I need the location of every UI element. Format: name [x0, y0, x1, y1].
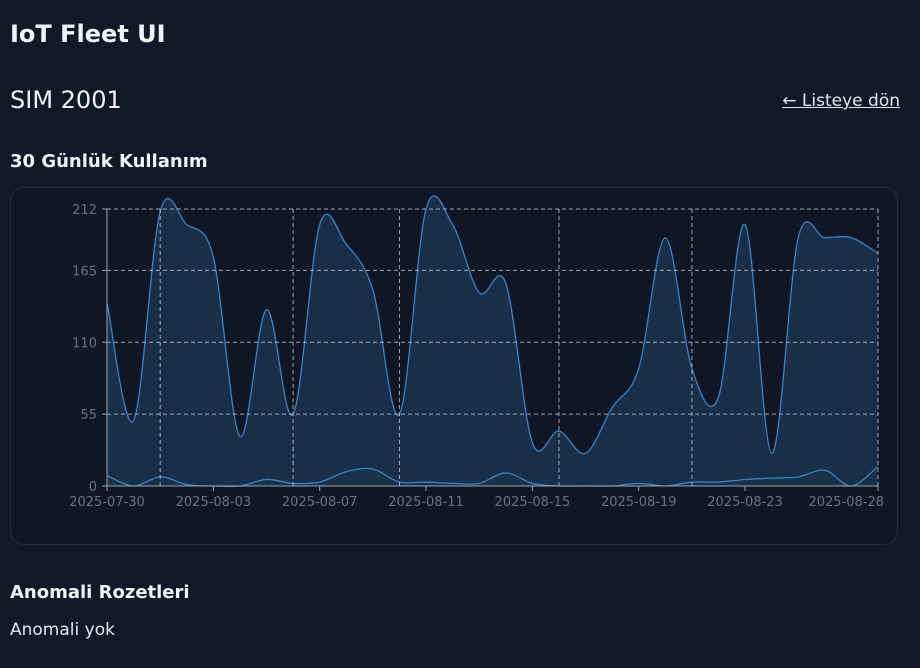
back-to-list-link[interactable]: ← Listeye dön [782, 91, 900, 111]
y-tick-label: 0 [89, 480, 97, 495]
x-tick-label: 2025-08-11 [388, 495, 464, 510]
app-title: IoT Fleet UI [10, 20, 166, 48]
y-tick-label: 212 [72, 203, 97, 218]
usage-chart: 0 55 110 165 212 2025-07-30 2025-08-03 2025-08-… [69, 195, 884, 510]
anomaly-empty-text: Anomali yok [10, 620, 115, 640]
x-tick-label: 2025-08-28 [808, 495, 884, 510]
series-1-area [107, 195, 878, 486]
x-tick-label: 2025-08-03 [176, 495, 252, 510]
x-tick-label: 2025-08-07 [282, 495, 358, 510]
y-tick-label: 165 [72, 264, 97, 279]
y-tick-label: 110 [72, 336, 97, 351]
x-tick-label: 2025-08-15 [495, 495, 571, 510]
usage-chart-card: 0 55 110 165 212 2025-07-30 2025-08-03 2025-08-… [10, 187, 898, 545]
usage-section-title: 30 Günlük Kullanım [10, 151, 208, 172]
x-tick-label: 2025-08-19 [601, 495, 677, 510]
page-title: SIM 2001 [10, 86, 122, 114]
y-tick-label: 55 [80, 408, 97, 423]
x-tick-label: 2025-08-23 [707, 495, 783, 510]
anomaly-section-title: Anomali Rozetleri [10, 582, 190, 603]
x-tick-label: 2025-07-30 [69, 495, 145, 510]
